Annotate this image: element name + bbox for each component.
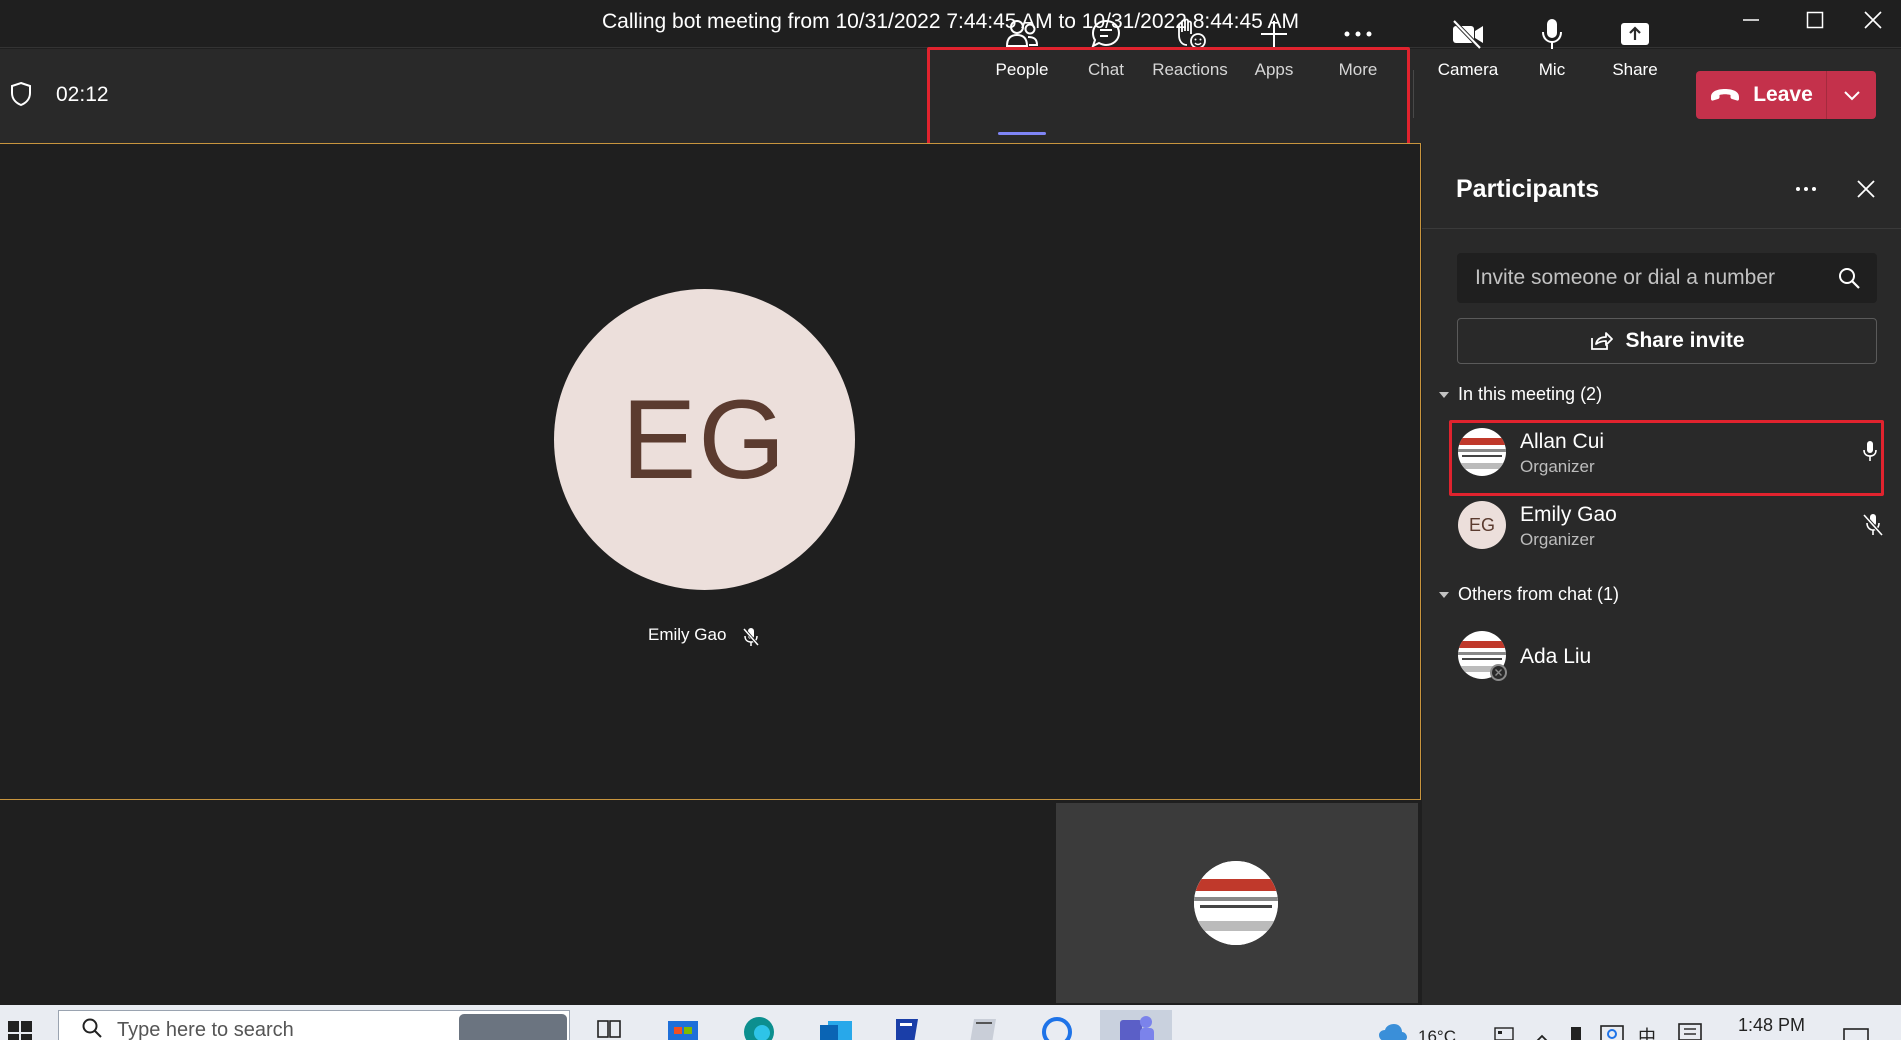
toolbar-separator [1413,70,1414,118]
leave-button[interactable]: Leave [1696,71,1826,119]
notes-app-icon[interactable] [966,1015,1000,1040]
taskbar-search-placeholder: Type here to search [117,1019,294,1040]
weather-cloud-icon[interactable] [1378,1023,1408,1040]
close-icon [1864,11,1882,29]
outlook-app-icon[interactable] [818,1015,854,1040]
caret-down-icon [1439,591,1449,598]
teams-app-icon [1120,1016,1154,1040]
teams-app-active[interactable] [1100,1010,1172,1040]
participant-name: Emily Gao [1520,503,1617,526]
panel-more-button[interactable] [1788,171,1824,207]
document-app-icon[interactable] [890,1015,924,1040]
avatar: EG [1458,501,1506,549]
windows-start-icon[interactable] [8,1021,32,1040]
task-view-icon[interactable] [596,1015,622,1040]
more-icon [1796,187,1816,191]
participant-avatar-large: EG [554,289,855,590]
panel-title: Participants [1456,175,1600,203]
participant-role: Organizer [1520,530,1595,549]
edge-app-icon[interactable] [742,1015,776,1040]
maximize-icon [1806,11,1824,29]
search-highlight-chip [459,1014,567,1040]
close-icon [1857,180,1875,198]
share-invite-label: Share invite [1625,329,1745,352]
leave-options-button[interactable] [1827,71,1876,119]
windows-taskbar: Type here to search 16°C 中 1:48 PM [0,1005,1901,1040]
share-label: Share [1612,60,1658,79]
participants-panel: Participants Share invite In this meetin… [1422,143,1901,1005]
invite-search-input[interactable] [1457,253,1877,303]
self-avatar-image [1194,861,1278,945]
participant-row-ada-liu[interactable]: Ada Liu [1450,619,1885,685]
taskbar-search-box[interactable]: Type here to search [58,1010,570,1040]
meeting-timer: 02:12 [56,83,109,106]
store-app-icon[interactable] [666,1015,700,1040]
mic-icon [1539,14,1565,54]
browser-app-icon[interactable] [1040,1015,1074,1040]
share-invite-icon [1591,332,1614,350]
ime-keyboard-icon[interactable] [1678,1023,1702,1040]
camera-off-icon [1450,14,1486,54]
section-others-from-chat-toggle[interactable]: Others from chat (1) [1438,584,1619,605]
toolbar-highlight-box [927,47,1410,157]
minimize-button[interactable] [1721,0,1781,40]
share-icon [1619,14,1651,54]
camera-button[interactable]: Camera [1427,14,1509,92]
mic-label: Mic [1538,60,1566,79]
stage-participant-name: Emily Gao [648,625,727,644]
section-in-meeting-label: In this meeting (2) [1458,384,1603,404]
section-in-meeting-toggle[interactable]: In this meeting (2) [1438,384,1602,405]
participant-name: Ada Liu [1520,645,1592,668]
mic-muted-icon [742,627,760,652]
leave-button-group: Leave [1696,71,1876,119]
section-others-label: Others from chat (1) [1458,584,1620,604]
search-icon [1839,268,1860,289]
maximize-button[interactable] [1785,0,1845,40]
self-video-thumbnail[interactable] [1056,803,1418,1003]
network-icon[interactable] [1600,1025,1624,1040]
close-window-button[interactable] [1843,0,1901,40]
search-icon [81,1017,103,1040]
participant-row-emily-gao[interactable]: EG Emily Gao Organizer [1450,489,1885,555]
weather-temperature: 16°C [1418,1027,1456,1040]
panel-divider [1422,228,1901,229]
participant-highlight-box [1449,420,1884,496]
chevron-down-icon [1843,91,1860,101]
taskbar-clock[interactable]: 1:48 PM [1738,1015,1805,1036]
notification-center-icon[interactable] [1842,1027,1870,1040]
mic-muted-icon [1862,513,1884,542]
ime-mode-icon[interactable] [1494,1027,1514,1040]
minimize-icon [1743,19,1759,21]
share-invite-button[interactable]: Share invite [1457,318,1877,364]
caret-down-icon [1439,391,1449,398]
mic-button[interactable]: Mic [1511,14,1593,92]
offline-status-icon [1490,664,1507,681]
hang-up-icon [1711,89,1740,101]
camera-label: Camera [1437,60,1499,79]
ime-language-indicator[interactable]: 中 [1638,1023,1656,1040]
main-video-stage: EG Emily Gao [0,143,1421,800]
share-button[interactable]: Share [1594,14,1676,92]
search-button[interactable] [1834,263,1864,293]
show-hidden-icons-chevron[interactable] [1534,1031,1550,1040]
leave-label: Leave [1753,83,1813,106]
battery-icon[interactable] [1570,1025,1582,1040]
shield-icon [10,81,32,112]
panel-close-button[interactable] [1848,171,1884,207]
